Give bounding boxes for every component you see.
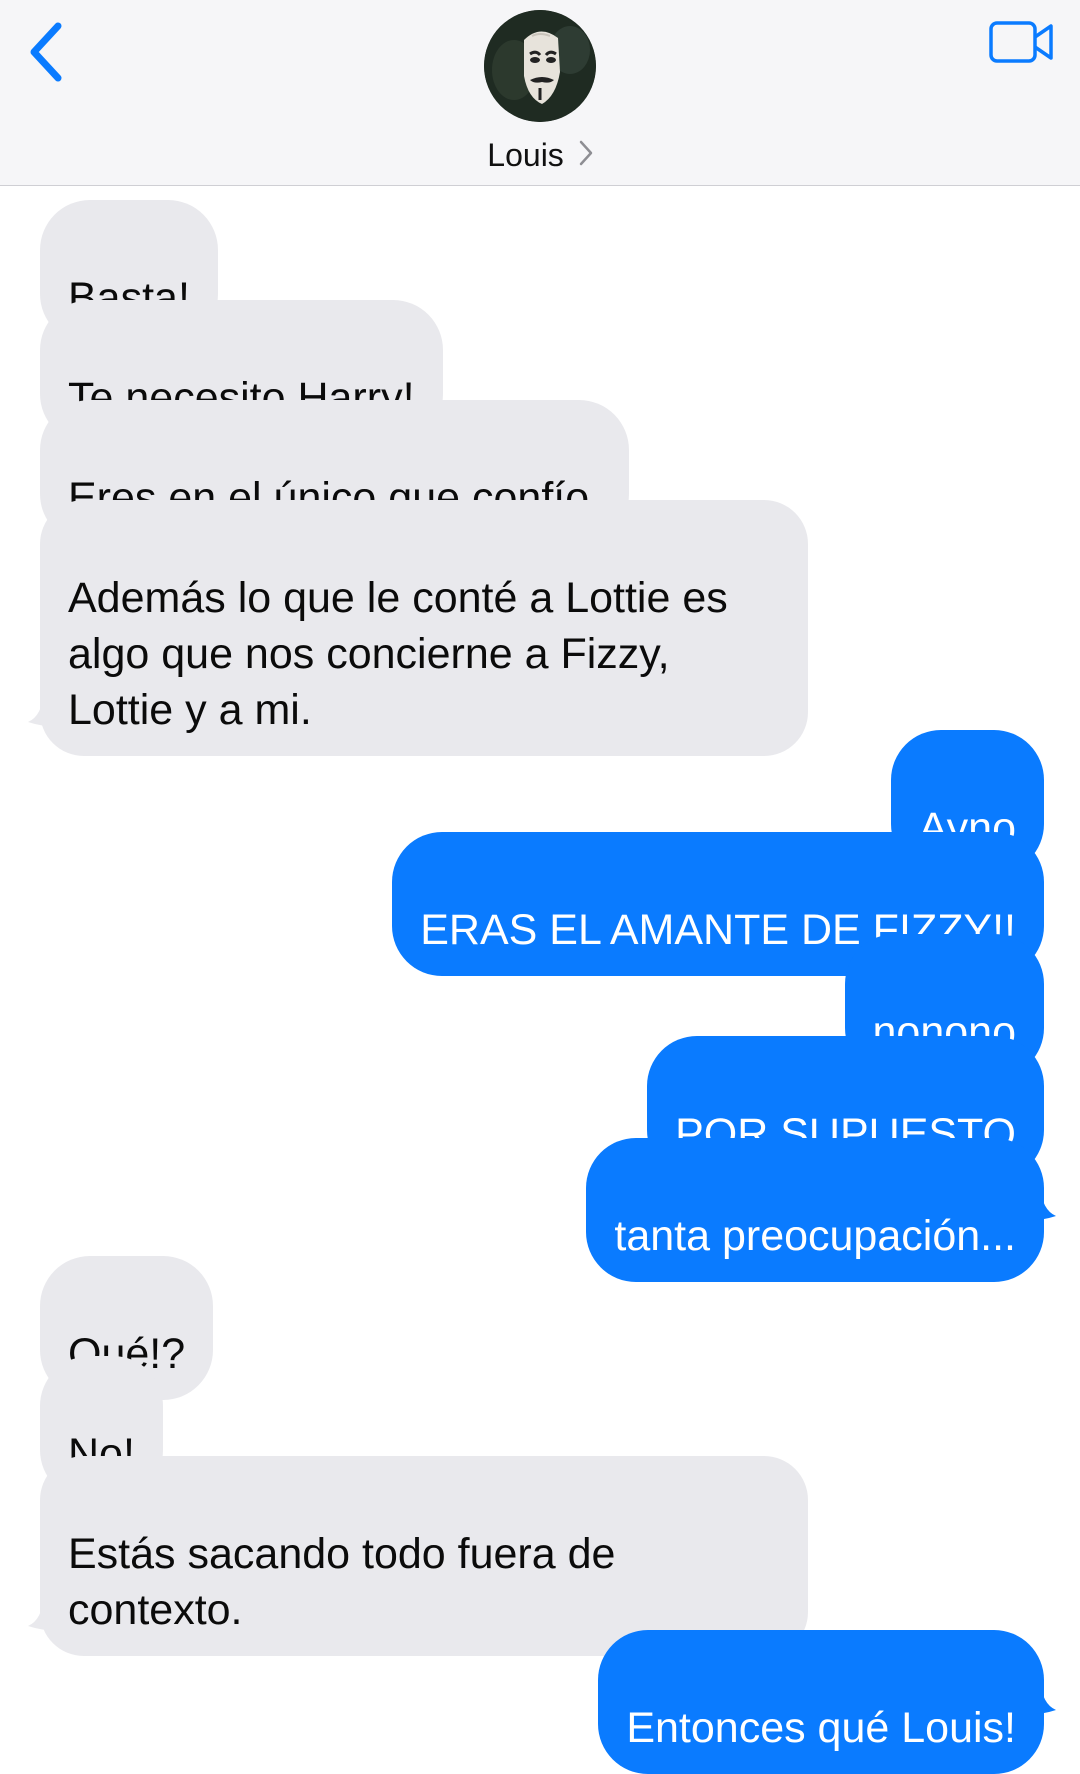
message-text: tanta preocupación...	[614, 1212, 1016, 1260]
message-bubble-received[interactable]: Además lo que le conté a Lottie es algo …	[40, 500, 808, 756]
mask-icon	[484, 10, 596, 122]
message-bubble-sent[interactable]: tanta preocupación...	[586, 1138, 1044, 1282]
bubble-tail	[28, 692, 66, 727]
message-text: Estás sacando todo fuera de contexto.	[68, 1530, 616, 1634]
contact-name[interactable]: Louis	[487, 135, 564, 175]
back-button[interactable]	[14, 12, 78, 92]
contact-name-row[interactable]: Louis	[0, 132, 1080, 175]
bubble-tail	[1018, 1680, 1056, 1715]
video-call-button[interactable]	[986, 16, 1058, 68]
message-text: Además lo que le conté a Lottie es algo …	[68, 574, 728, 734]
chevron-left-icon	[30, 22, 62, 82]
message-bubble-received[interactable]: Estás sacando todo fuera de contexto.	[40, 1456, 808, 1656]
avatar[interactable]	[484, 10, 596, 122]
message-thread[interactable]: Basta! Te necesito Harry! Eres en el úni…	[0, 186, 1080, 1774]
bubble-tail	[1018, 1186, 1056, 1221]
chevron-right-icon	[579, 140, 592, 165]
bubble-tail	[28, 1596, 66, 1631]
video-camera-icon	[989, 21, 1053, 63]
message-bubble-sent[interactable]: Entonces qué Louis!	[598, 1630, 1044, 1774]
conversation-header: Louis	[0, 0, 1080, 186]
